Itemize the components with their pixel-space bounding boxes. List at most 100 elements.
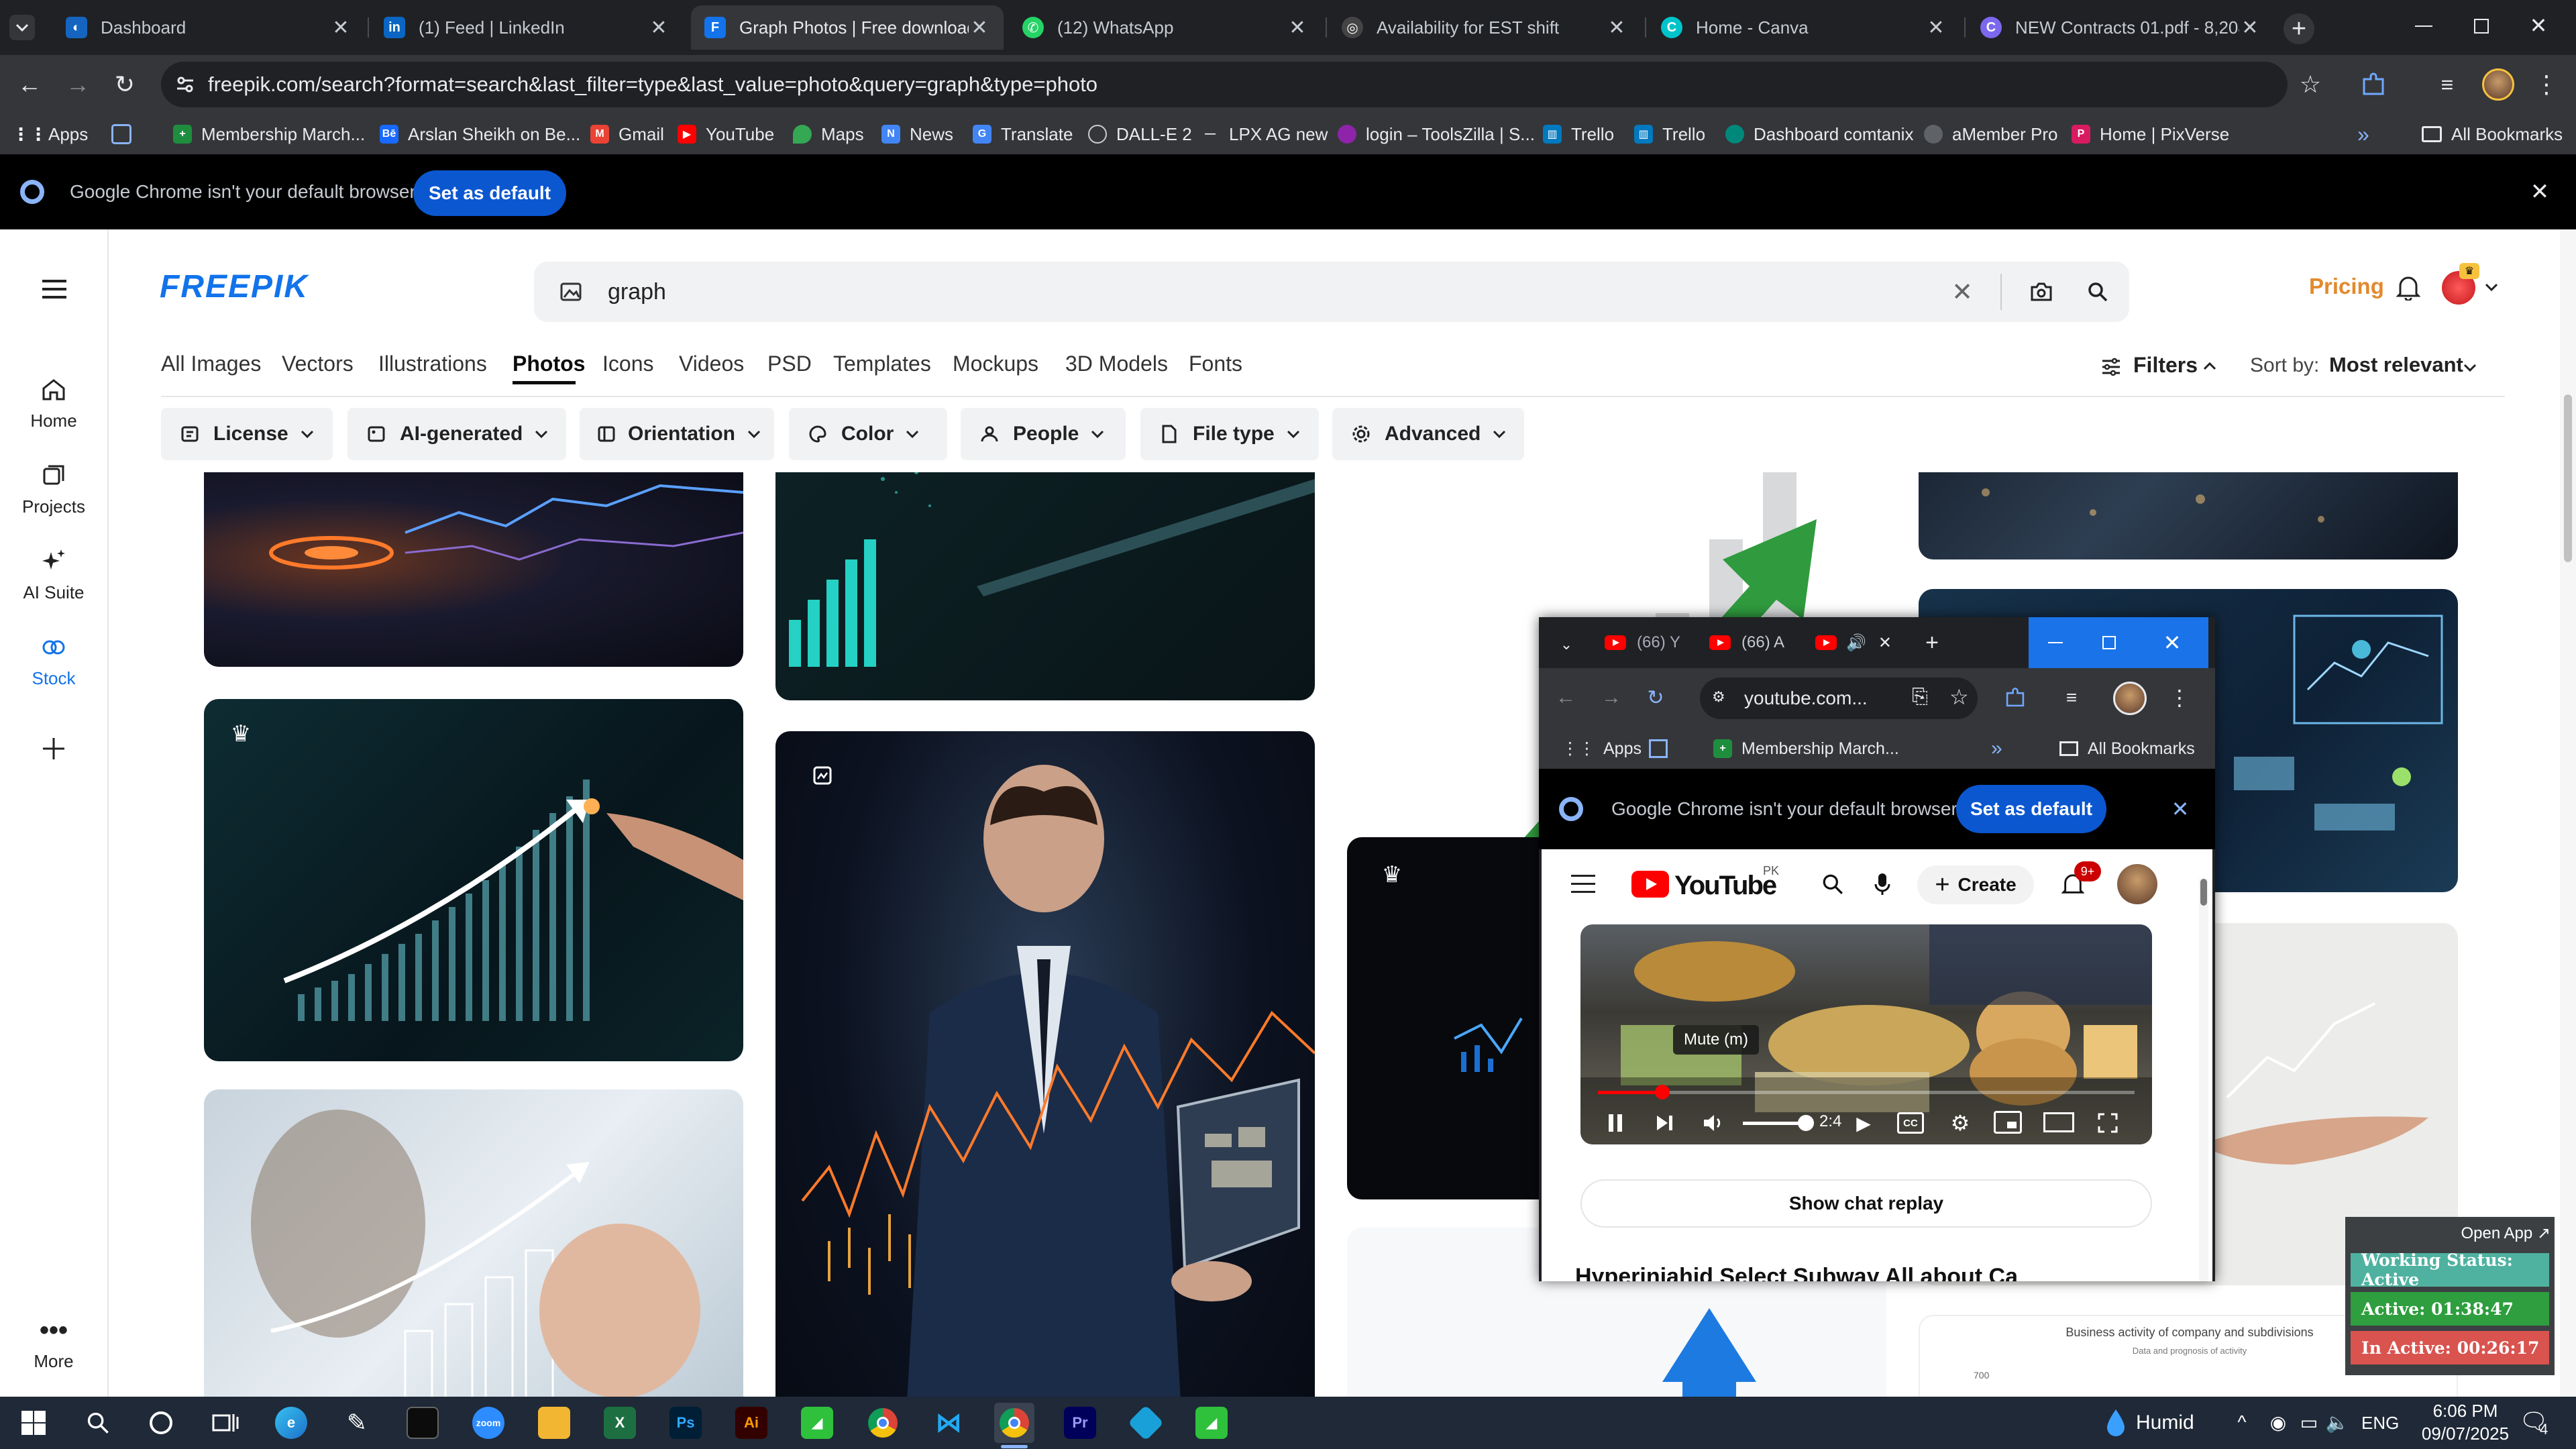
- kebab-menu-icon[interactable]: ⋮: [2169, 683, 2190, 712]
- close-icon[interactable]: ✕: [1878, 633, 1892, 653]
- chrome-icon[interactable]: [863, 1403, 903, 1443]
- filter-color[interactable]: Color: [789, 408, 947, 460]
- weather-label[interactable]: Humid: [2136, 1411, 2194, 1434]
- search-icon[interactable]: [1818, 869, 1847, 899]
- image-card-digital-bars[interactable]: [775, 472, 1315, 700]
- browser-tab-availability[interactable]: ◎ Availability for EST shift ✕: [1328, 5, 1641, 50]
- zoom-icon[interactable]: zoom: [468, 1403, 508, 1443]
- browser-tab-freepik[interactable]: F Graph Photos | Free download ✕: [691, 5, 1004, 50]
- video-player[interactable]: Mute (m) 2:4 ▶ CC ⚙: [1580, 924, 2152, 1144]
- chevron-up-icon[interactable]: [2202, 358, 2218, 374]
- close-icon[interactable]: ✕: [1925, 16, 1947, 40]
- restore-icon[interactable]: [2474, 19, 2489, 34]
- vscode-icon[interactable]: ⋈: [928, 1403, 969, 1443]
- open-app-link[interactable]: Open App ↗: [2406, 1224, 2551, 1243]
- camera-search-icon[interactable]: [2026, 276, 2057, 307]
- excel-icon[interactable]: X: [600, 1403, 640, 1443]
- youtube-logo-text[interactable]: YouTube: [1674, 871, 1777, 901]
- youtube-logo-icon[interactable]: [1631, 871, 1669, 898]
- image-card-finance-hologram[interactable]: [204, 472, 743, 667]
- image-card-man-drawing-graph[interactable]: [204, 1089, 743, 1397]
- filter-file-type[interactable]: File type: [1140, 408, 1319, 460]
- nav-home[interactable]: Home: [0, 373, 107, 431]
- type-tab-psd[interactable]: PSD: [767, 352, 812, 376]
- close-icon[interactable]: ✕: [648, 16, 669, 40]
- filter-orientation[interactable]: Orientation: [580, 408, 774, 460]
- miniplayer-icon[interactable]: [1994, 1111, 2022, 1134]
- popup-tab-2[interactable]: (66) A: [1709, 627, 1784, 659]
- cortana-icon[interactable]: [141, 1403, 181, 1443]
- minimize-icon[interactable]: [2029, 617, 2082, 668]
- chevron-up-icon[interactable]: ^: [2229, 1409, 2255, 1436]
- bookmark-translate[interactable]: G Translate: [973, 114, 1073, 154]
- bookmark-behance[interactable]: Bē Arslan Sheikh on Be...: [380, 114, 580, 154]
- pen-tool-icon[interactable]: ✎: [337, 1403, 377, 1443]
- type-tab-photos[interactable]: Photos: [513, 352, 585, 376]
- bookmark-star-icon[interactable]: ☆: [2294, 68, 2326, 101]
- video-title[interactable]: Hyperinjahid Select Subway All about Ca: [1575, 1264, 2179, 1281]
- blue-app-icon[interactable]: [1126, 1403, 1166, 1443]
- nav-stock[interactable]: Stock: [0, 631, 107, 689]
- back-arrow-icon[interactable]: ←: [1552, 684, 1579, 711]
- create-button[interactable]: + Create: [1917, 865, 2034, 904]
- forward-arrow-icon[interactable]: →: [62, 68, 94, 101]
- filter-people[interactable]: People: [961, 408, 1126, 460]
- popup-tab-3-active[interactable]: 🔊 ✕: [1815, 627, 1892, 659]
- bookmark-apps[interactable]: ⋮⋮ Apps: [1562, 729, 1642, 769]
- clock-time[interactable]: 6:06 PM: [2415, 1401, 2516, 1421]
- green-app-2-icon[interactable]: ◢: [1191, 1403, 1232, 1443]
- window-close-icon[interactable]: ✕: [2136, 617, 2208, 668]
- theater-mode-icon[interactable]: [2043, 1112, 2074, 1132]
- bookmark-dalle[interactable]: DALL-E 2: [1088, 114, 1192, 154]
- tab-search-icon[interactable]: ⌄: [1555, 633, 1578, 656]
- media-controls-icon[interactable]: ≡: [2058, 684, 2085, 711]
- bookmark-maps[interactable]: Maps: [793, 114, 864, 154]
- close-icon[interactable]: ✕: [330, 16, 352, 40]
- close-icon[interactable]: ✕: [2239, 16, 2261, 40]
- minimize-icon[interactable]: [2415, 25, 2432, 27]
- file-explorer-icon[interactable]: [534, 1403, 574, 1443]
- windows-start-icon[interactable]: [13, 1403, 54, 1443]
- media-controls-icon[interactable]: ≡: [2432, 70, 2462, 99]
- bookmark-membership[interactable]: + Membership March...: [1713, 729, 1899, 769]
- bookmark-star-icon[interactable]: ☆: [1949, 684, 1969, 710]
- popup-tab-1[interactable]: (66) Y: [1605, 627, 1680, 659]
- type-tab-videos[interactable]: Videos: [679, 352, 744, 376]
- yt-scrollbar[interactable]: [2199, 879, 2208, 1281]
- bookmark-trello-2[interactable]: ▥ Trello: [1634, 114, 1705, 154]
- browser-tab-whatsapp[interactable]: ✆ (12) WhatsApp ✕: [1009, 5, 1322, 50]
- bookmarks-overflow-icon[interactable]: »: [2357, 114, 2369, 154]
- close-icon[interactable]: ✕: [1287, 16, 1308, 40]
- bookmark-youtube[interactable]: ▶ YouTube: [678, 114, 774, 154]
- fullscreen-icon[interactable]: [2094, 1110, 2121, 1136]
- add-plus-icon[interactable]: [35, 730, 72, 767]
- bookmark-trello[interactable]: ▥ Trello: [1543, 114, 1614, 154]
- language-indicator[interactable]: ENG: [2361, 1413, 2399, 1434]
- bookmark-lpx[interactable]: — LPX AG new: [1201, 114, 1328, 154]
- filter-ai-generated[interactable]: AI-generated: [347, 408, 566, 460]
- scrollbar-thumb[interactable]: [2200, 879, 2207, 906]
- task-view-icon[interactable]: [205, 1403, 246, 1443]
- profile-avatar[interactable]: [2113, 682, 2147, 715]
- set-as-default-button[interactable]: Set as default: [413, 170, 566, 216]
- filter-license[interactable]: License: [161, 408, 333, 460]
- type-tab-mockups[interactable]: Mockups: [953, 352, 1038, 376]
- show-chat-replay-button[interactable]: Show chat replay: [1580, 1179, 2152, 1228]
- nav-ai-suite[interactable]: AI Suite: [0, 545, 107, 603]
- autoplay-icon[interactable]: ▶: [1850, 1110, 1877, 1136]
- microphone-icon[interactable]: [1868, 869, 1897, 899]
- chevron-down-icon[interactable]: [2462, 360, 2478, 376]
- image-card-city-night[interactable]: [1919, 472, 2458, 559]
- infobar-close-icon[interactable]: ✕: [2167, 796, 2194, 822]
- search-bar[interactable]: graph ✕: [534, 262, 2129, 322]
- progress-scrubber[interactable]: [1655, 1085, 1670, 1099]
- type-tab-vectors[interactable]: Vectors: [282, 352, 354, 376]
- bookmark-amember[interactable]: aMember Pro: [1924, 114, 2058, 154]
- browser-tab-linkedin[interactable]: in (1) Feed | LinkedIn ✕: [370, 5, 683, 50]
- extension-puzzle-icon[interactable]: [2002, 684, 2029, 711]
- all-bookmarks[interactable]: All Bookmarks: [2422, 114, 2563, 154]
- hamburger-menu-icon[interactable]: [1568, 869, 1598, 899]
- type-tab-fonts[interactable]: Fonts: [1189, 352, 1242, 376]
- edge-icon[interactable]: e: [271, 1403, 311, 1443]
- tab-search-icon[interactable]: [9, 15, 35, 40]
